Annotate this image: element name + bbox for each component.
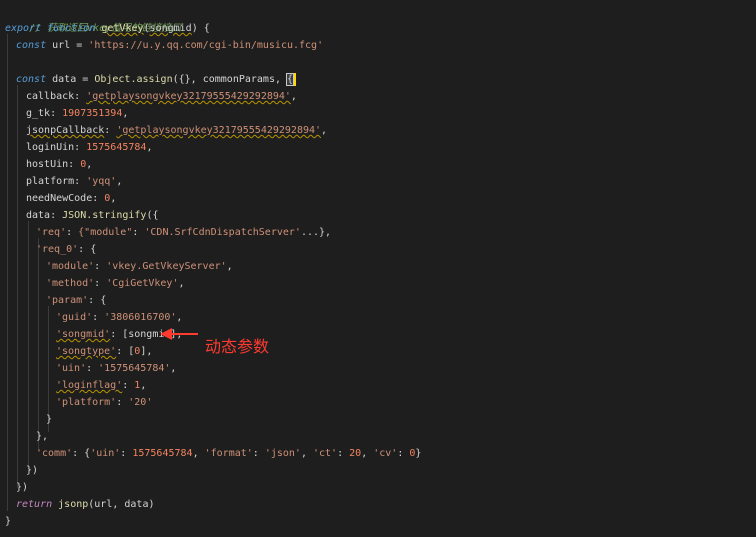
code-line: 'guid': '3806016700', <box>56 312 183 323</box>
prop-key: 'param' <box>46 295 89 306</box>
indent-guide <box>28 221 29 471</box>
prop-key: g_tk <box>26 108 51 119</box>
prop-key: 'cv' <box>373 448 398 459</box>
indent-guide <box>17 85 18 488</box>
prop-key: 'req' <box>36 227 67 238</box>
code-line: needNewCode: 0, <box>26 193 117 204</box>
prop-value: 1575645784 <box>86 142 147 153</box>
prop-value: 'CgiGetVkey' <box>106 278 179 289</box>
code-line: 'param': { <box>46 295 107 306</box>
code-line: 'module': 'vkey.GetVkeyServer', <box>46 261 233 272</box>
prop-value: '3806016700' <box>104 312 177 323</box>
code-line: 'uin': '1575645784', <box>56 363 177 374</box>
prop-key: 'songtype' <box>56 346 117 357</box>
code-line: const url = 'https://u.y.qq.com/cgi-bin/… <box>16 40 324 51</box>
prop-value: 'json' <box>264 448 301 459</box>
code-line: } <box>46 414 53 425</box>
text-cursor <box>294 72 297 86</box>
code-line: 'comm': {'uin': 1575645784, 'format': 'j… <box>36 448 422 459</box>
function-name: getVkey <box>101 23 144 34</box>
prop-value: ...}, <box>300 227 332 238</box>
code-line: data: JSON.stringify({ <box>26 210 159 221</box>
prop-key: 'ct' <box>313 448 338 459</box>
code-line: 'req': {"module": 'CDN.SrfCdnDispatchSer… <box>36 227 332 238</box>
prop-key: needNewCode <box>26 193 93 204</box>
matched-bracket: { <box>286 73 295 86</box>
prop-value: 1907351394 <box>62 108 123 119</box>
url-string: 'https://u.y.qq.com/cgi-bin/musicu.fcg' <box>88 40 324 51</box>
function-call: jsonp <box>58 499 89 510</box>
prop-value: 'yqq' <box>86 176 117 187</box>
code-line: callback: 'getplaysongvkey32179555429292… <box>26 91 297 102</box>
keyword-export: export <box>5 23 42 34</box>
prop-value: 'getplaysongvkey32179555429292894' <box>86 91 291 102</box>
prop-key: 'method' <box>46 278 95 289</box>
prop-value: 20 <box>349 448 362 459</box>
code-line: loginUin: 1575645784, <box>26 142 153 153</box>
keyword-return: return <box>16 499 53 510</box>
keyword-const: const <box>16 40 47 51</box>
code-line: // 获取返回vkey值用的链接接口 <box>5 3 181 34</box>
prop-key: 'uin' <box>56 363 87 374</box>
prop-key: 'loginflag' <box>56 380 123 391</box>
prop-key: 'platform' <box>56 397 117 408</box>
code-line: g_tk: 1907351394, <box>26 108 129 119</box>
prop-value: '1575645784' <box>98 363 171 374</box>
code-line: hostUin: 0, <box>26 159 93 170</box>
code-line: jsonpCallback: 'getplaysongvkey321795554… <box>26 125 328 136</box>
object-assign: Object.assign <box>94 74 173 85</box>
prop-key: callback <box>26 91 75 102</box>
json-stringify: JSON.stringify <box>62 210 147 221</box>
prop-key: 'uin' <box>90 448 121 459</box>
prop-value: {"module" <box>78 227 133 238</box>
prop-value: '20' <box>128 397 153 408</box>
prop-key: 'module' <box>46 261 95 272</box>
code-line: 'method': 'CgiGetVkey', <box>46 278 185 289</box>
arrow-left-icon <box>160 328 198 340</box>
prop-key: 'comm' <box>36 448 73 459</box>
code-line: }, <box>36 431 49 442</box>
variable-url: url <box>52 40 71 51</box>
indent-guide <box>7 34 8 511</box>
code-line: const data = Object.assign({}, commonPar… <box>16 71 297 88</box>
code-line: return jsonp(url, data) <box>16 496 155 513</box>
code-line: }) <box>16 482 29 493</box>
annotation-label: 动态参数 <box>205 337 270 356</box>
indent-guide <box>38 238 39 449</box>
prop-key: jsonpCallback <box>26 125 105 136</box>
prop-value: 'getplaysongvkey32179555429292894' <box>116 125 322 136</box>
code-line: } <box>5 516 12 527</box>
keyword-function: function <box>47 23 96 34</box>
prop-key: 'format' <box>204 448 253 459</box>
code-line: 'songtype': [0], <box>56 346 153 357</box>
prop-key: loginUin <box>26 142 75 153</box>
prop-value: 'vkey.GetVkeyServer' <box>106 261 227 272</box>
prop-key: 'req_0' <box>36 244 79 255</box>
code-editor[interactable]: // 获取返回vkey值用的链接接口 export function getVk… <box>0 0 756 537</box>
variable-data: data <box>52 74 77 85</box>
prop-key: 'guid' <box>56 312 93 323</box>
prop-key: platform <box>26 176 75 187</box>
code-line: platform: 'yqq', <box>26 176 123 187</box>
function-param: songmid <box>149 23 192 34</box>
code-line: 'loginflag': 1, <box>56 380 147 391</box>
code-line: export function getVkey(songmid) { <box>5 23 210 34</box>
prop-key: hostUin <box>26 159 69 170</box>
keyword-const: const <box>16 74 47 85</box>
prop-key: data <box>26 210 51 221</box>
prop-key: 'songmid' <box>56 329 111 340</box>
code-line: }) <box>26 465 39 476</box>
code-line: 'req_0': { <box>36 244 97 255</box>
call-args: (url, data) <box>88 499 155 510</box>
code-line: 'platform': '20' <box>56 397 153 408</box>
common-params: commonParams <box>202 74 275 85</box>
prop-value: 'CDN.SrfCdnDispatchServer' <box>144 227 301 238</box>
prop-value: 1575645784 <box>132 448 193 459</box>
